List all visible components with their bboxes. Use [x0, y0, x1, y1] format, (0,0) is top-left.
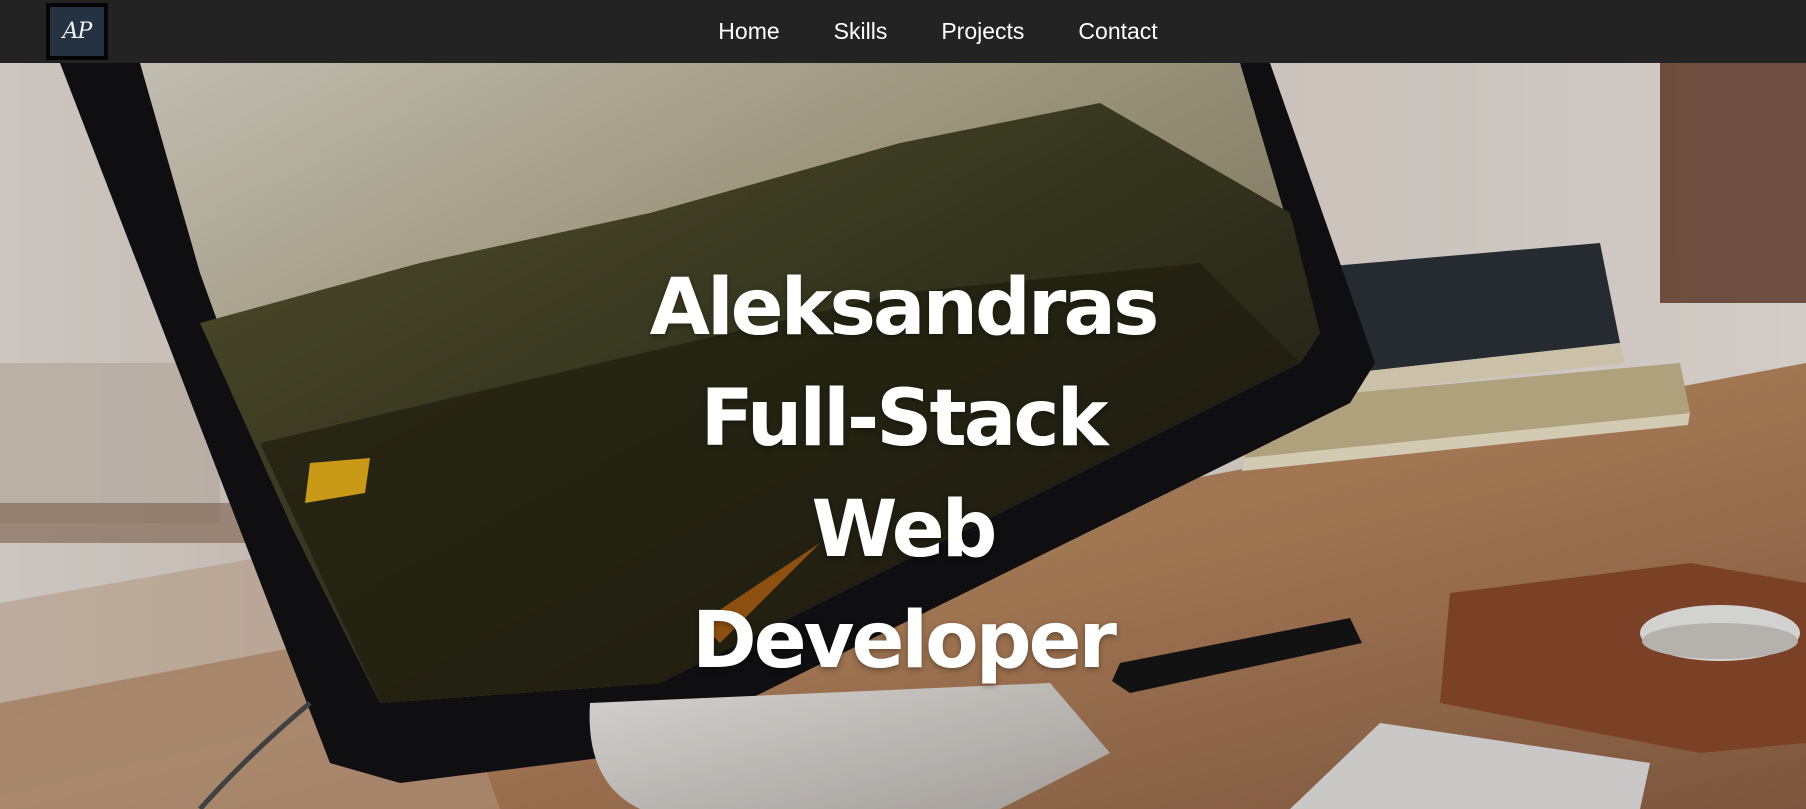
- hero-title-line-1: Full-Stack: [700, 374, 1109, 464]
- nav-link-skills[interactable]: Skills: [834, 18, 888, 45]
- hero-headline: Aleksandras Full-Stack Web Developer: [0, 63, 1806, 809]
- nav-link-contact[interactable]: Contact: [1078, 18, 1157, 45]
- hero-title-line-2: Web: [811, 485, 998, 575]
- page: AP Home Skills Projects Contact Aleksand…: [0, 0, 1806, 809]
- hero-name: Aleksandras: [649, 263, 1160, 353]
- nav-link-projects[interactable]: Projects: [941, 18, 1024, 45]
- nav-link-home[interactable]: Home: [718, 18, 779, 45]
- hero-section: Aleksandras Full-Stack Web Developer: [0, 63, 1806, 809]
- main-nav: Home Skills Projects Contact: [0, 0, 1806, 63]
- navbar: AP Home Skills Projects Contact: [0, 0, 1806, 63]
- hero-title-line-3: Developer: [692, 596, 1117, 686]
